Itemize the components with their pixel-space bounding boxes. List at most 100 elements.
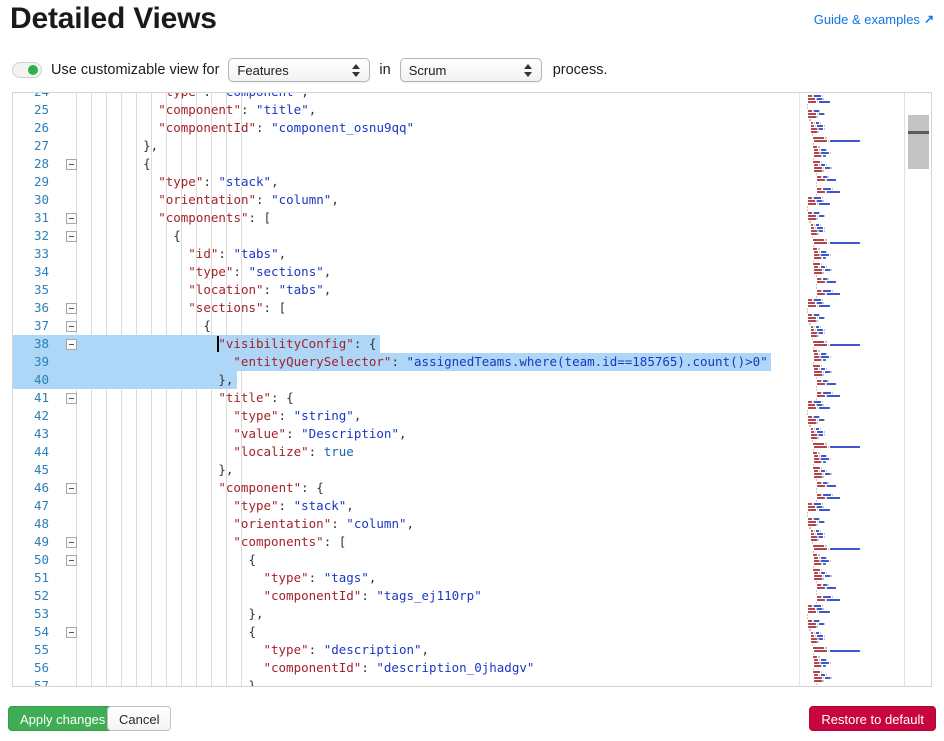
code-line-text: "componentId": "component_osnu9qq" bbox=[158, 120, 415, 135]
code-line[interactable]: 25 "component": "title", bbox=[13, 101, 931, 119]
code-line[interactable]: 52 "componentId": "tags_ej110rp" bbox=[13, 587, 931, 605]
minimap-token bbox=[817, 641, 820, 643]
code-line[interactable]: 55 "type": "description", bbox=[13, 641, 931, 659]
code-fold-toggle-icon[interactable] bbox=[66, 555, 77, 566]
code-line[interactable]: 31 "components": [ bbox=[13, 209, 931, 227]
minimap-token bbox=[825, 470, 827, 472]
restore-to-default-button[interactable]: Restore to default bbox=[809, 706, 936, 731]
minimap-token bbox=[816, 227, 824, 229]
code-fold-toggle-icon[interactable] bbox=[66, 483, 77, 494]
cancel-button[interactable]: Cancel bbox=[107, 706, 172, 731]
minimap-token bbox=[826, 251, 828, 253]
minimap-token bbox=[808, 215, 817, 217]
scrollbar-thumb[interactable] bbox=[908, 115, 929, 169]
code-line[interactable]: 46 "component": { bbox=[13, 479, 931, 497]
minimap-token bbox=[827, 293, 841, 295]
code-minimap[interactable] bbox=[799, 93, 903, 686]
minimap-token bbox=[806, 413, 809, 415]
minimap-token bbox=[817, 335, 820, 337]
code-line[interactable]: 36 "sections": [ bbox=[13, 299, 931, 317]
code-fold-toggle-icon[interactable] bbox=[66, 303, 77, 314]
guide-and-examples-link[interactable]: Guide & examples ↗ bbox=[814, 12, 934, 27]
code-line[interactable]: 24 "type": "component", bbox=[13, 93, 931, 101]
code-fold-toggle-icon[interactable] bbox=[66, 339, 77, 350]
minimap-token bbox=[810, 536, 817, 538]
minimap-token bbox=[823, 329, 825, 331]
minimap-token bbox=[815, 275, 817, 277]
code-line[interactable]: 32 { bbox=[13, 227, 931, 245]
editor-vertical-scrollbar[interactable] bbox=[904, 93, 931, 686]
code-fold-toggle-icon[interactable] bbox=[66, 537, 77, 548]
code-line[interactable]: 42 "type": "string", bbox=[13, 407, 931, 425]
code-line[interactable]: 56 "componentId": "description_0jhadgv" bbox=[13, 659, 931, 677]
code-line[interactable]: 53}, bbox=[13, 605, 931, 623]
code-line[interactable]: 38 "visibilityConfig": { bbox=[13, 335, 931, 353]
process-select[interactable]: Scrum bbox=[399, 58, 542, 82]
use-customizable-view-toggle[interactable] bbox=[12, 62, 42, 78]
code-fold-toggle-icon[interactable] bbox=[66, 393, 77, 404]
minimap-token bbox=[831, 290, 833, 292]
line-number: 48 bbox=[33, 516, 49, 531]
minimap-token bbox=[813, 146, 818, 148]
code-line[interactable]: 34 "type": "sections", bbox=[13, 263, 931, 281]
minimap-token bbox=[813, 671, 820, 673]
minimap-token bbox=[818, 407, 831, 409]
minimap-token bbox=[813, 647, 825, 649]
code-line[interactable]: 51 "type": "tags", bbox=[13, 569, 931, 587]
code-fold-toggle-icon[interactable] bbox=[66, 627, 77, 638]
code-line[interactable]: 41 "title": { bbox=[13, 389, 931, 407]
code-line[interactable]: 26 "componentId": "component_osnu9qq" bbox=[13, 119, 931, 137]
minimap-token bbox=[822, 200, 824, 202]
code-line[interactable]: 30 "orientation": "column", bbox=[13, 191, 931, 209]
minimap-token bbox=[813, 158, 815, 160]
apply-changes-button[interactable]: Apply changes bbox=[8, 706, 118, 731]
code-line[interactable]: 28 { bbox=[13, 155, 931, 173]
minimap-token bbox=[819, 518, 821, 520]
code-line[interactable]: 49 "components": [ bbox=[13, 533, 931, 551]
minimap-token bbox=[814, 680, 822, 682]
code-fold-toggle-icon[interactable] bbox=[66, 321, 77, 332]
json-code-editor[interactable]: 24 "type": "component", 25 "component": "ti… bbox=[12, 92, 932, 687]
entity-type-select[interactable]: Features bbox=[228, 58, 371, 82]
minimap-token bbox=[814, 620, 819, 622]
minimap-token bbox=[825, 572, 827, 574]
minimap-token bbox=[823, 536, 825, 538]
code-scroll-viewport[interactable]: 24 "type": "component", 25 "component": "ti… bbox=[13, 93, 931, 686]
minimap-token bbox=[813, 566, 815, 568]
code-line[interactable]: 33 "id": "tabs", bbox=[13, 245, 931, 263]
minimap-token bbox=[815, 287, 817, 289]
minimap-token bbox=[808, 95, 812, 97]
code-line[interactable]: 29 "type": "stack", bbox=[13, 173, 931, 191]
code-line[interactable]: 40}, bbox=[13, 371, 931, 389]
minimap-token bbox=[831, 188, 833, 190]
minimap-token bbox=[816, 218, 819, 220]
code-line[interactable]: 27}, bbox=[13, 137, 931, 155]
minimap-token bbox=[808, 518, 812, 520]
minimap-token bbox=[814, 401, 822, 403]
footer-actions: Apply changes Cancel Restore to default bbox=[0, 698, 944, 738]
code-line-text: "component": "title", bbox=[158, 102, 317, 117]
code-line[interactable]: 44 "localize": true bbox=[13, 443, 931, 461]
code-line[interactable]: 50 { bbox=[13, 551, 931, 569]
code-line[interactable]: 39 "entityQuerySelector": "assignedTeams.… bbox=[13, 353, 931, 371]
code-lines-container[interactable]: 24 "type": "component", 25 "component": "ti… bbox=[13, 93, 931, 686]
select-updown-arrows-icon bbox=[523, 62, 532, 80]
code-line[interactable]: 35 "location": "tabs", bbox=[13, 281, 931, 299]
minimap-token bbox=[808, 314, 812, 316]
code-fold-toggle-icon[interactable] bbox=[66, 159, 77, 170]
code-fold-toggle-icon[interactable] bbox=[66, 213, 77, 224]
code-line[interactable]: 37 { bbox=[13, 317, 931, 335]
code-line-text: }, bbox=[248, 678, 264, 686]
minimap-token bbox=[815, 389, 817, 391]
code-fold-toggle-icon[interactable] bbox=[66, 231, 77, 242]
code-line[interactable]: 48 "orientation": "column", bbox=[13, 515, 931, 533]
code-line[interactable]: 47 "type": "stack", bbox=[13, 497, 931, 515]
code-line[interactable]: 43 "value": "Description", bbox=[13, 425, 931, 443]
minimap-token bbox=[817, 539, 820, 541]
minimap-token bbox=[813, 224, 815, 226]
minimap-token bbox=[811, 644, 814, 646]
code-line[interactable]: 45}, bbox=[13, 461, 931, 479]
minimap-token bbox=[823, 332, 825, 334]
code-line[interactable]: 54 { bbox=[13, 623, 931, 641]
code-line[interactable]: 57}, bbox=[13, 677, 931, 686]
